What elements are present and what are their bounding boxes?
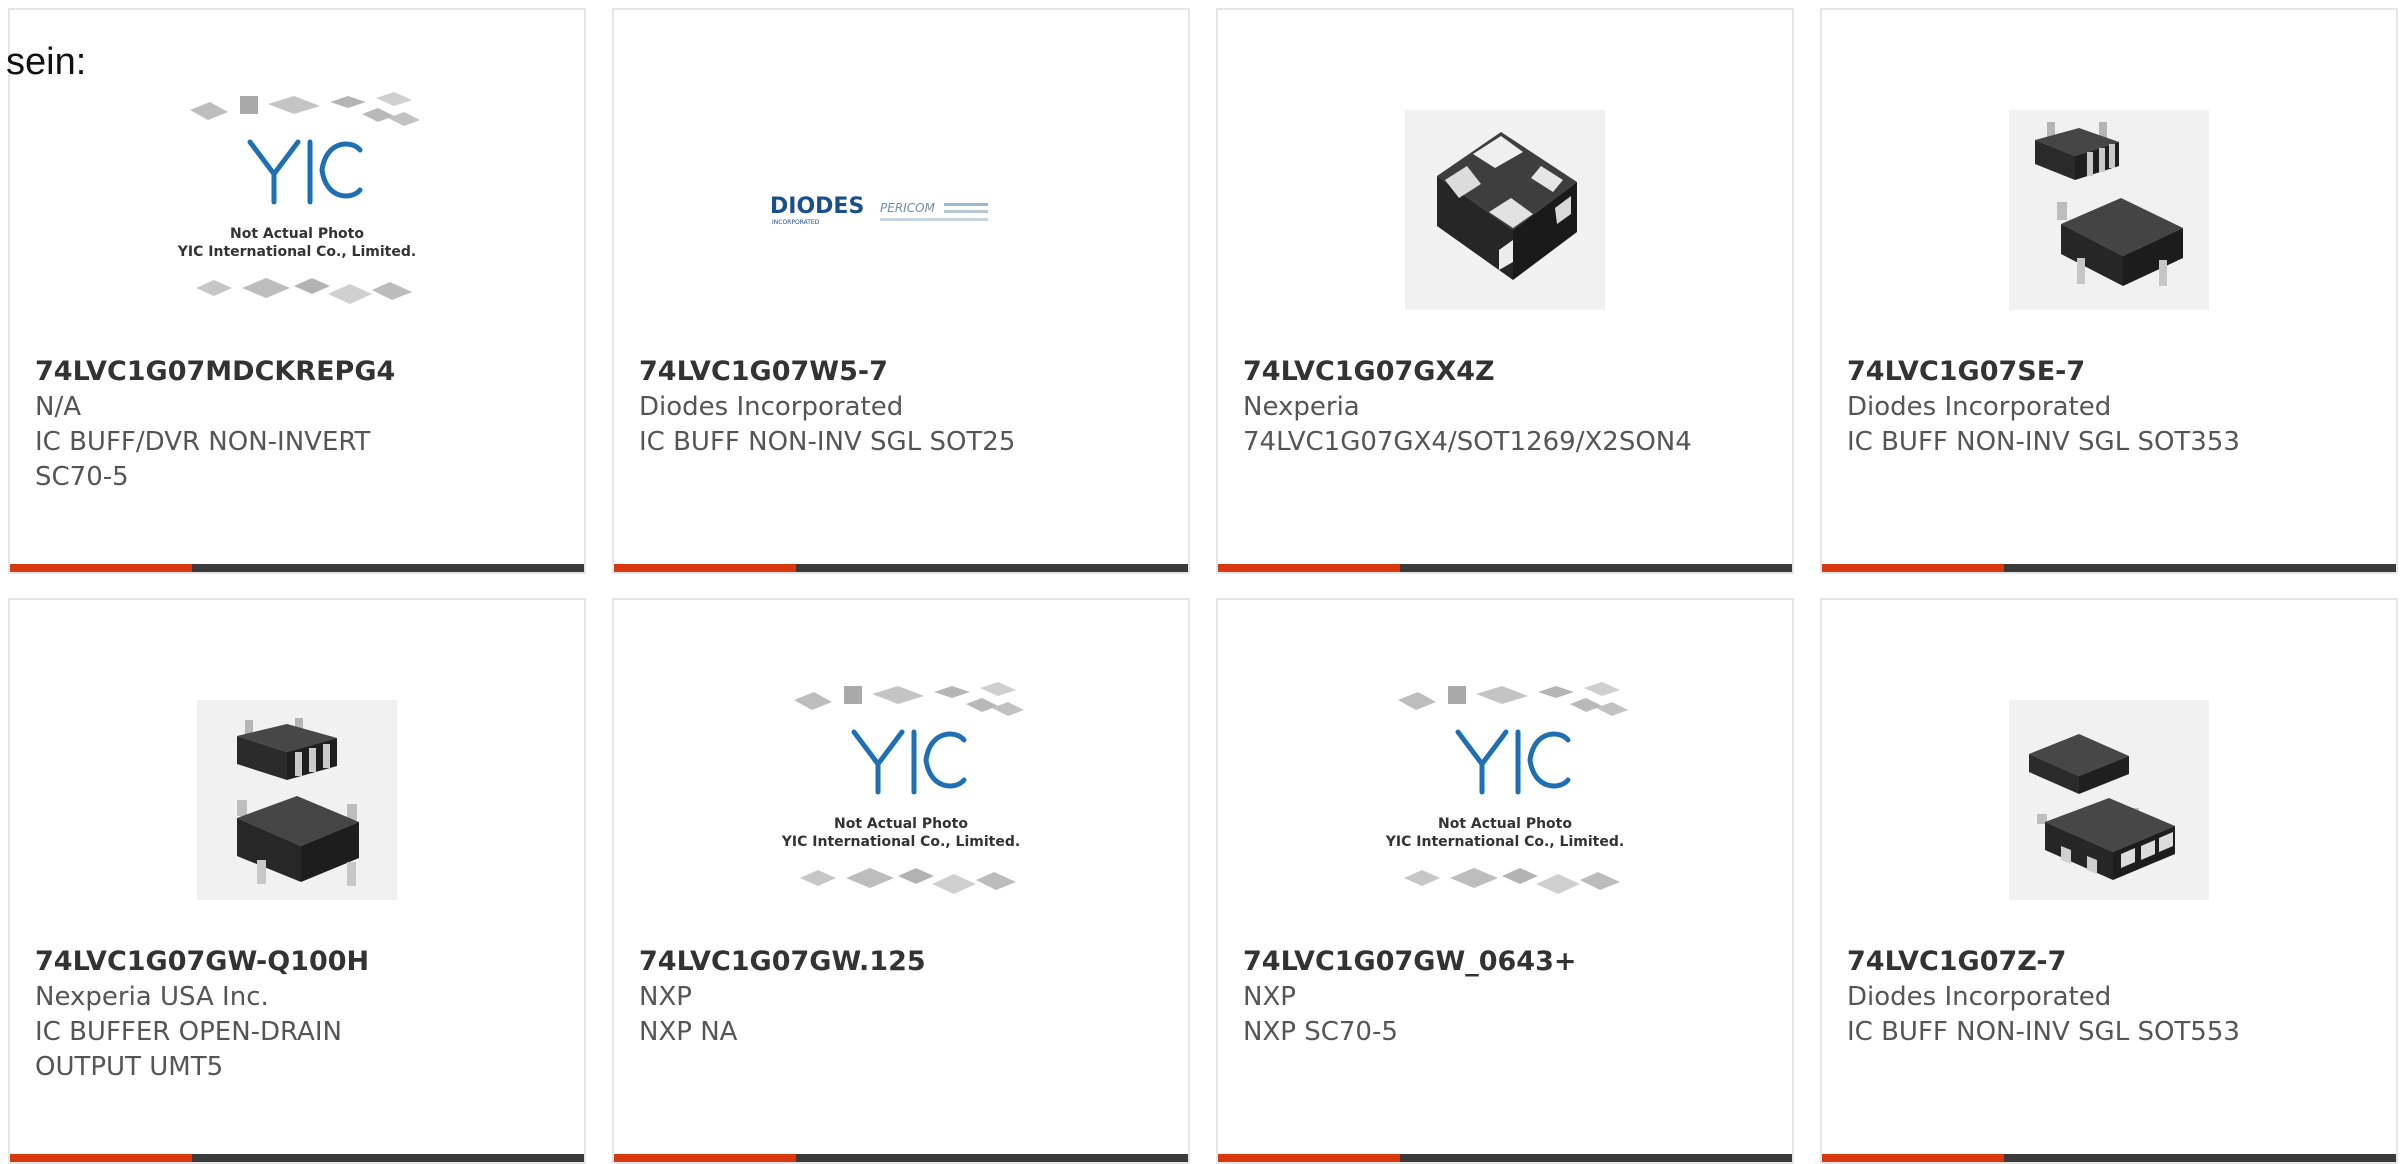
- part-number[interactable]: 74LVC1G07W5-7: [639, 354, 1059, 390]
- diodes-logo-image: DIODES INCORPORATED PERICOM: [770, 194, 988, 226]
- product-image[interactable]: [1822, 660, 2396, 940]
- sot553-package-image: [2009, 700, 2209, 900]
- part-number[interactable]: 74LVC1G07Z-7: [1847, 944, 2267, 980]
- placeholder-line2: YIC International Co., Limited.: [781, 834, 1020, 850]
- card-bar: [614, 564, 1188, 572]
- yic-placeholder-image: Not Actual Photo YIC International Co., …: [177, 92, 420, 304]
- placeholder-line2: YIC International Co., Limited.: [177, 244, 416, 260]
- part-number[interactable]: 74LVC1G07GW.125: [639, 944, 1059, 980]
- sot353-package-image: [2009, 110, 2209, 310]
- part-number[interactable]: 74LVC1G07SE-7: [1847, 354, 2267, 390]
- yic-placeholder-image: Not Actual Photo YIC International Co., …: [1385, 682, 1628, 894]
- x2son4-package-image: [1405, 110, 1605, 310]
- product-card[interactable]: Not Actual Photo YIC International Co., …: [612, 598, 1190, 1164]
- yic-logo-icon: [851, 729, 967, 795]
- yic-logo-icon: [1455, 729, 1571, 795]
- description: IC BUFF NON-INV SGL SOT553: [1847, 1017, 2240, 1047]
- product-image[interactable]: Not Actual Photo YIC International Co., …: [614, 660, 1188, 940]
- diodes-sub-text: INCORPORATED: [772, 219, 820, 226]
- product-image[interactable]: Not Actual Photo YIC International Co., …: [10, 70, 584, 350]
- manufacturer: Diodes Incorporated: [639, 392, 904, 422]
- product-image[interactable]: Not Actual Photo YIC International Co., …: [1218, 660, 1792, 940]
- part-number[interactable]: 74LVC1G07GW-Q100H: [35, 944, 455, 980]
- part-number[interactable]: 74LVC1G07GW_0643+: [1243, 944, 1663, 980]
- manufacturer: Diodes Incorporated: [1847, 392, 2112, 422]
- manufacturer: NXP: [1243, 982, 1296, 1012]
- description: NXP SC70-5: [1243, 1017, 1398, 1047]
- description: NXP NA: [639, 1017, 738, 1047]
- placeholder-line1: Not Actual Photo: [1438, 816, 1572, 832]
- product-card[interactable]: 74LVC1G07GX4Z Nexperia 74LVC1G07GX4/SOT1…: [1216, 8, 1794, 574]
- product-card[interactable]: 74LVC1G07GW-Q100H Nexperia USA Inc. IC B…: [8, 598, 586, 1164]
- product-image[interactable]: [1218, 70, 1792, 350]
- placeholder-line2: YIC International Co., Limited.: [1385, 834, 1624, 850]
- product-card[interactable]: 74LVC1G07Z-7 Diodes Incorporated IC BUFF…: [1820, 598, 2398, 1164]
- manufacturer: Diodes Incorporated: [1847, 982, 2112, 1012]
- umt5-package-image: [197, 700, 397, 900]
- product-card[interactable]: DIODES INCORPORATED PERICOM 74LVC1G07W5-…: [612, 8, 1190, 574]
- part-number[interactable]: 74LVC1G07MDCKREPG4: [35, 354, 455, 390]
- manufacturer: N/A: [35, 392, 81, 422]
- part-number[interactable]: 74LVC1G07GX4Z: [1243, 354, 1663, 390]
- placeholder-line1: Not Actual Photo: [834, 816, 968, 832]
- card-bar: [1218, 564, 1792, 572]
- manufacturer: Nexperia: [1243, 392, 1360, 422]
- card-bar: [1822, 564, 2396, 572]
- description: 74LVC1G07GX4/SOT1269/X2SON4: [1243, 427, 1692, 457]
- description: IC BUFFER OPEN-DRAIN OUTPUT UMT5: [35, 1017, 342, 1082]
- product-card[interactable]: Not Actual Photo YIC International Co., …: [8, 8, 586, 574]
- lead-text: sein:: [6, 41, 87, 83]
- card-bar: [10, 564, 584, 572]
- product-image[interactable]: [1822, 70, 2396, 350]
- product-image[interactable]: [10, 660, 584, 940]
- product-image[interactable]: DIODES INCORPORATED PERICOM: [614, 70, 1188, 350]
- product-grid: Not Actual Photo YIC International Co., …: [0, 0, 2400, 1164]
- product-card[interactable]: 74LVC1G07SE-7 Diodes Incorporated IC BUF…: [1820, 8, 2398, 574]
- description: IC BUFF NON-INV SGL SOT353: [1847, 427, 2240, 457]
- pericom-text: PERICOM: [880, 201, 936, 215]
- description: IC BUFF/DVR NON-INVERT SC70-5: [35, 427, 371, 492]
- diodes-brand-text: DIODES: [770, 194, 864, 219]
- manufacturer: NXP: [639, 982, 692, 1012]
- placeholder-line1: Not Actual Photo: [230, 226, 364, 242]
- manufacturer: Nexperia USA Inc.: [35, 982, 269, 1012]
- description: IC BUFF NON-INV SGL SOT25: [639, 427, 1016, 457]
- yic-logo-icon: [247, 139, 363, 205]
- yic-placeholder-image: Not Actual Photo YIC International Co., …: [781, 682, 1024, 894]
- product-card[interactable]: Not Actual Photo YIC International Co., …: [1216, 598, 1794, 1164]
